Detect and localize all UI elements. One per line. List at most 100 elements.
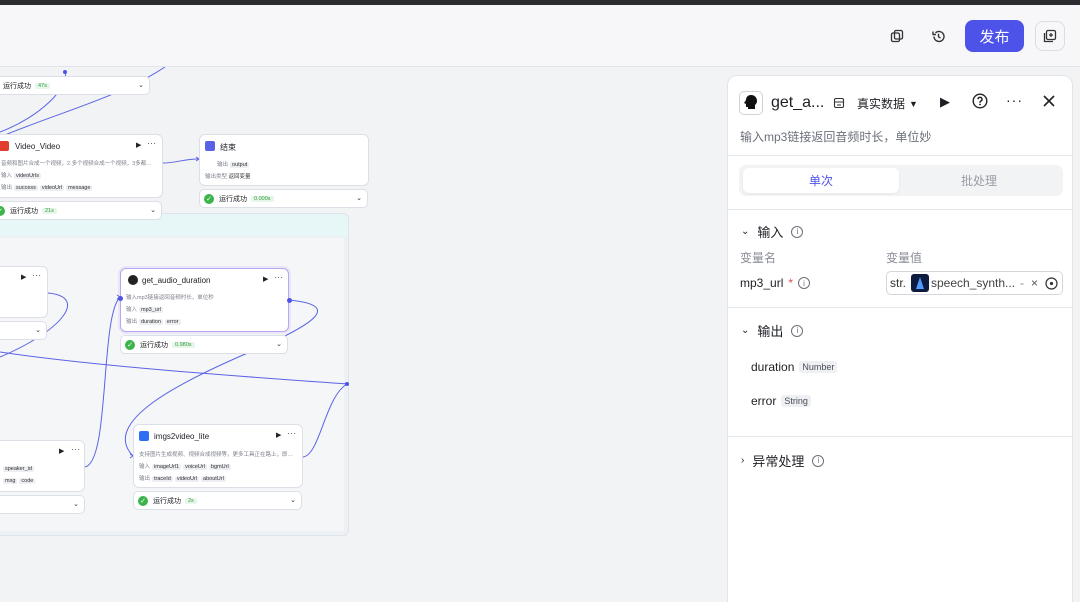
help-icon[interactable]: [972, 93, 988, 114]
file-name: speech_synth...: [931, 276, 1016, 290]
history-icon[interactable]: [923, 21, 953, 51]
get-audio-node-status[interactable]: ✓ 运行成功 0.980s ⌄: [120, 335, 288, 354]
chevron-down-icon: ⌄: [741, 226, 750, 237]
run-node-icon[interactable]: ▶: [59, 447, 64, 455]
end-node-icon: [205, 141, 215, 151]
node-description: 音频和图片合成一个视频，2.多个视频合成一个视频，3多都…: [1, 161, 152, 167]
imgs2video-lite-node[interactable]: imgs2video_lite ▶ ··· 支持图片生成视频、视频合成视频等，更…: [133, 424, 303, 488]
output-section-header[interactable]: ⌄ 输出 i: [741, 321, 804, 340]
status-label: 运行成功: [3, 82, 31, 90]
end-output-row: 输出 output: [217, 162, 250, 168]
plugin-avatar-icon: [739, 91, 763, 115]
more-icon[interactable]: ···: [147, 139, 157, 148]
divider: [728, 209, 1072, 210]
publish-button[interactable]: 发布: [965, 20, 1024, 52]
node-debug-panel: get_a... 真实数据 ▼ ▶ ··· 输入mp3链接返回音频时长，单位妙 单…: [727, 75, 1073, 602]
video-camera-icon: [139, 431, 149, 441]
node-description: 输入mp3链接返回音频时长，单位秒: [126, 295, 214, 301]
chevron-down-icon[interactable]: ⌄: [276, 340, 282, 348]
more-icon[interactable]: ···: [71, 445, 81, 454]
exception-section-header[interactable]: › 异常处理 i: [741, 451, 825, 470]
info-icon: i: [791, 225, 804, 238]
divider: [728, 436, 1072, 437]
data-mode-select[interactable]: 真实数据 ▼: [857, 95, 918, 112]
more-icon[interactable]: ···: [32, 271, 42, 280]
run-node-icon[interactable]: ▶: [276, 431, 281, 439]
chevron-right-icon: ›: [741, 455, 745, 466]
chevron-down-icon[interactable]: ⌄: [35, 326, 41, 334]
end-node[interactable]: 结束 输出 output 输出类型 返回变量: [199, 134, 369, 186]
success-check-icon: ✓: [204, 193, 214, 204]
end-node-status[interactable]: ✓ 运行成功 0.000s ⌄: [199, 189, 368, 208]
chevron-down-icon: ⌄: [741, 325, 750, 336]
panel-title: get_a...: [771, 94, 825, 111]
node-title: imgs2video_lite: [154, 432, 210, 441]
output-error: error String: [751, 394, 811, 408]
video-video-node[interactable]: Video_Video ▶ ··· 音频和图片合成一个视频，2.多个视频合成一个…: [0, 134, 163, 198]
divider: [728, 155, 1072, 156]
node-input-row: 输入 imageUrl1 voiceUrl bgmUrl: [139, 464, 231, 470]
end-type-row: 输出类型 返回变量: [205, 174, 251, 180]
node-output-row: msg code: [3, 478, 36, 484]
variable-reference-icon[interactable]: [1045, 277, 1058, 293]
plugin-avatar-icon: [128, 275, 138, 285]
more-icon[interactable]: ···: [287, 429, 297, 438]
run-node-icon[interactable]: ▶: [263, 275, 268, 283]
database-icon: [833, 96, 845, 114]
col-var-name: 变量名: [740, 251, 777, 265]
run-node-icon[interactable]: ▶: [21, 273, 26, 281]
var-type-badge: str.: [890, 276, 907, 290]
header: 发布: [0, 5, 1080, 67]
speech-file-icon: [911, 274, 929, 292]
top-node-status[interactable]: 运行成功 47s ⌄: [0, 76, 150, 95]
more-icon[interactable]: ···: [274, 273, 284, 282]
info-icon: i: [812, 454, 825, 467]
node-title: get_audio_duration: [142, 276, 211, 285]
chevron-down-icon[interactable]: ⌄: [290, 496, 296, 504]
mp3-url-value-field[interactable]: str. speech_synth... - ×: [886, 271, 1063, 295]
workflow-canvas[interactable]: 运行成功 47s ⌄ Video_Video ▶ ··· 音频和图片合成一个视频…: [0, 67, 727, 602]
node-input-row: 输入 mp3_url: [126, 307, 163, 313]
panel-description: 输入mp3链接返回音频时长，单位妙: [740, 130, 932, 144]
chevron-down-icon[interactable]: ⌄: [138, 81, 144, 89]
run-node-icon[interactable]: ▶: [136, 141, 141, 149]
video-plugin-icon: [0, 141, 9, 151]
video-node-status[interactable]: ✓ 运行成功 21s ⌄: [0, 201, 162, 220]
col-var-value: 变量值: [886, 251, 923, 265]
node-input-row: 输入 videoUrls: [1, 173, 41, 179]
close-icon[interactable]: [1042, 94, 1056, 113]
output-port[interactable]: [287, 298, 292, 303]
partial-left-node[interactable]: ▶ ···: [0, 266, 48, 318]
dash-icon: -: [1020, 276, 1024, 290]
success-check-icon: ✓: [0, 205, 5, 216]
info-icon: i: [798, 277, 811, 289]
copy-icon[interactable]: [882, 21, 912, 51]
get-audio-duration-node[interactable]: get_audio_duration ▶ ··· 输入mp3链接返回音频时长，单…: [118, 268, 292, 332]
chevron-down-icon[interactable]: ⌄: [356, 194, 362, 202]
divider: [728, 307, 1072, 308]
node-title: 结束: [220, 143, 236, 152]
node-output-row: 输出 duration error: [126, 319, 181, 325]
input-port[interactable]: [118, 296, 123, 301]
run-icon[interactable]: ▶: [940, 94, 950, 110]
chevron-down-icon[interactable]: ⌄: [150, 206, 156, 214]
tab-batch[interactable]: 批处理: [901, 168, 1057, 193]
caret-down-icon: ▼: [909, 98, 918, 109]
imgs-node-status[interactable]: ✓ 运行成功 2s ⌄: [133, 491, 302, 510]
node-input-row: speaker_id: [3, 466, 34, 472]
more-icon[interactable]: ···: [1006, 92, 1023, 108]
clear-icon[interactable]: ×: [1031, 276, 1038, 290]
partial-speaker-node[interactable]: ▶ ··· speaker_id msg code: [0, 440, 85, 492]
add-page-icon[interactable]: [1035, 21, 1065, 51]
node-output-row: 输出 traceId videoUrl aboutUrl: [139, 476, 226, 482]
partial-left-status[interactable]: ⌄: [0, 321, 47, 340]
info-icon: i: [791, 324, 804, 337]
input-section-header[interactable]: ⌄ 输入 i: [741, 222, 804, 241]
success-check-icon: ✓: [125, 339, 135, 350]
node-output-row: 输出 success videoUrl message: [1, 185, 93, 191]
tab-single[interactable]: 单次: [743, 168, 899, 193]
partial-speaker-status[interactable]: ⌄: [0, 495, 85, 514]
output-duration: duration Number: [751, 360, 838, 374]
chevron-down-icon[interactable]: ⌄: [73, 500, 79, 508]
node-title: Video_Video: [15, 142, 61, 151]
